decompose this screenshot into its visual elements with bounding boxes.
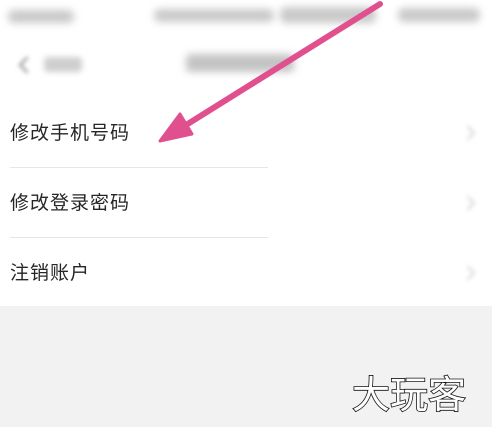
status-network-blurred — [280, 7, 376, 23]
watermark-text: 大玩客 — [352, 373, 466, 416]
status-time-blurred — [8, 10, 74, 23]
settings-item-label: 修改手机号码 — [10, 122, 131, 144]
page-title-blurred — [186, 54, 294, 72]
back-label-blurred[interactable] — [44, 57, 82, 72]
status-bar-blurred — [0, 0, 492, 34]
settings-item-label: 修改登录密码 — [10, 192, 131, 214]
chevron-right-icon — [467, 196, 475, 210]
watermark-logo: 大玩客 — [351, 372, 484, 418]
settings-item-label: 注销账户 — [10, 262, 91, 284]
status-battery-blurred — [398, 8, 480, 22]
page-header-blurred — [0, 40, 492, 92]
settings-panel: 修改手机号码 修改登录密码 注销账户 — [0, 0, 492, 306]
chevron-right-icon — [467, 266, 475, 280]
chevron-right-icon — [467, 126, 475, 140]
settings-item-delete-account[interactable]: 注销账户 — [0, 238, 492, 308]
settings-list: 修改手机号码 修改登录密码 注销账户 — [0, 98, 492, 308]
settings-item-change-password[interactable]: 修改登录密码 — [0, 168, 492, 238]
status-indicators-blurred — [154, 9, 274, 22]
settings-item-change-phone[interactable]: 修改手机号码 — [0, 98, 492, 168]
account-settings-screen: 修改手机号码 修改登录密码 注销账户 大玩客 — [0, 0, 492, 427]
chevron-left-icon[interactable] — [14, 55, 34, 75]
